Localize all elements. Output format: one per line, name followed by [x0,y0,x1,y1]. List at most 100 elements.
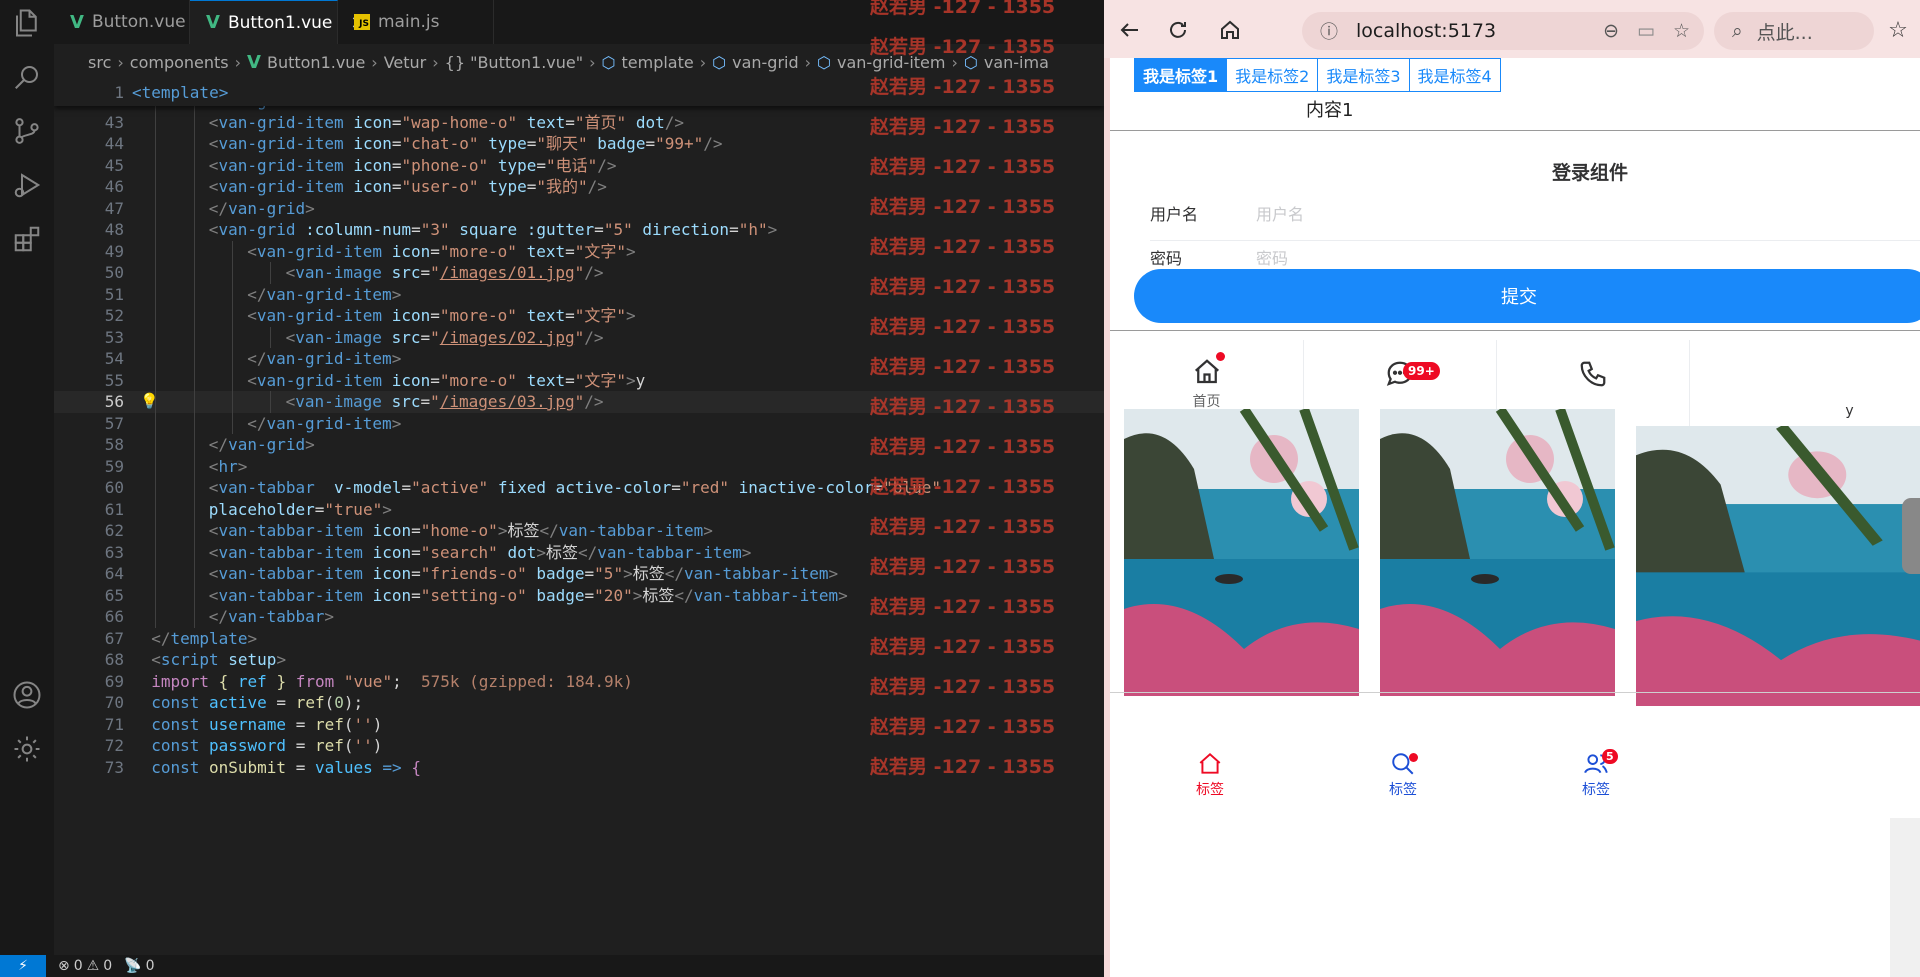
tabbar-item-search[interactable]: 标签 [1303,747,1503,802]
indent-guide [193,498,195,520]
code-text: <van-tabbar-item icon="friends-o" badge=… [208,564,839,583]
tab-1[interactable]: 我是标签1 [1135,59,1227,91]
indent-guide [193,477,195,499]
run-debug-icon[interactable] [12,170,42,200]
tabbar-item-friends[interactable]: 5 标签 [1496,747,1696,802]
code-text: import { ref } from "vue"; 575k (gzipped… [151,671,633,691]
sticky-code: <template> [132,83,229,102]
tab-2[interactable]: 我是标签2 [1226,59,1317,91]
image-tile-01[interactable] [1124,409,1359,696]
tab-3[interactable]: 我是标签3 [1317,59,1408,91]
ports-indicator[interactable]: 📡 0 [124,958,154,974]
favorites-icon[interactable]: ☆ [1880,12,1916,48]
image-tile-03[interactable] [1636,426,1920,706]
source-control-icon[interactable] [12,116,42,146]
line-number: 50 [104,263,124,282]
vue-file-icon: V [70,11,84,33]
indent-guide [155,369,157,391]
tab-label: main.js [378,12,440,32]
back-button[interactable] [1112,12,1148,48]
address-bar[interactable]: ⓘ localhost:5173 ⊖ ▭ ☆ [1302,12,1704,50]
code-text: const onSubmit = values => { [151,757,421,777]
image-tile-02[interactable] [1380,409,1615,696]
tabbar-item-home[interactable]: 标签 [1110,747,1310,802]
code-text: <van-grid-item icon="more-o" text="文字">y [247,370,646,390]
code-text: <van-grid-item icon="wap-home-o" text="首… [208,112,684,132]
indent-guide [155,455,157,477]
line-number: 55 [104,370,124,390]
line-number: 49 [104,241,124,261]
browser-search-box[interactable]: ⌕ 点此... [1714,12,1874,50]
password-input[interactable]: 密码 [1256,245,1288,269]
favorite-star-icon[interactable]: ☆ [1673,20,1690,42]
home-button[interactable] [1212,12,1248,48]
indent-guide [155,326,157,348]
line-number: 58 [104,435,124,454]
sea-landscape-image [1380,409,1615,696]
js-file-icon: JS [354,14,370,30]
code-text: <van-grid :column-num="3" square :gutter… [208,220,778,239]
line-number: 70 [104,693,124,712]
tab-button1-vue[interactable]: V Button1.vue × [190,0,366,44]
tab-label: Button1.vue [227,12,333,33]
line-number: 61 [104,499,124,519]
line-number: 60 [104,478,124,497]
watermark-text: 赵若男 -127 - 1355 [870,356,1056,378]
watermark-text: 赵若男 -127 - 1355 [870,396,1056,418]
phone-icon [1580,361,1605,387]
line-number: 68 [104,650,124,669]
problems-indicator[interactable]: ⊗ 0 ⚠ 0 [58,958,112,974]
submit-button[interactable]: 提交 [1134,269,1920,323]
code-text: </template> [151,628,258,648]
indent-guide [193,133,195,155]
breadcrumb-item[interactable]: van-grid [732,53,799,72]
watermark-text: 赵若男 -127 - 1355 [870,156,1056,178]
home-icon [1221,20,1239,39]
indent-guide [193,240,195,262]
indent-guide [232,391,233,413]
breadcrumb-item[interactable]: {} "Button1.vue" [445,53,583,72]
watermark-text: 赵若男 -127 - 1355 [870,436,1056,458]
indent-guide [155,133,157,155]
watermark-text: 赵若男 -127 - 1355 [870,476,1056,498]
search-icon[interactable] [12,62,42,92]
zoom-icon[interactable]: ⊖ [1603,20,1619,42]
tab-label: Button.vue [91,12,186,32]
code-text: const active = ref(0); [151,693,364,712]
breadcrumb-item[interactable]: Vetur [384,53,427,72]
code-text: <van-grid-item icon="user-o" type="我的"/> [208,177,607,196]
breadcrumb-item[interactable]: components [130,53,229,72]
account-icon[interactable] [12,680,42,710]
reload-button[interactable] [1160,12,1196,48]
indent-guide [155,154,157,176]
divider [1110,130,1920,131]
tab-4[interactable]: 我是标签4 [1408,59,1500,91]
indent-guide [193,541,195,563]
breadcrumb-item[interactable]: src [88,53,111,72]
tabs-nav: 我是标签1 我是标签2 我是标签3 我是标签4 [1134,58,1501,92]
line-number: 51 [104,284,124,304]
scrollbar-thumb[interactable] [1902,498,1920,574]
indent-guide [232,240,233,262]
settings-gear-icon[interactable] [12,734,42,764]
grid-item-user[interactable]: y [1689,340,1920,428]
tab-button-vue[interactable]: V Button.vue [54,0,190,44]
web-page: 我是标签1 我是标签2 我是标签3 我是标签4 内容1 登录组件 用户名 用户名… [1110,58,1920,977]
line-number: 59 [104,456,124,476]
reader-mode-icon[interactable]: ▭ [1637,20,1655,42]
info-icon[interactable]: ⓘ [1320,18,1338,44]
breadcrumb-item[interactable]: template [622,53,694,72]
explorer-icon[interactable] [12,8,42,38]
username-input[interactable]: 用户名 [1256,201,1304,225]
side-widget [1890,818,1920,977]
remote-indicator[interactable]: ⚡ [0,955,46,977]
breadcrumb-item[interactable]: Button1.vue [267,53,365,72]
lightbulb-icon[interactable]: 💡 [140,391,159,413]
indent-guide [193,348,195,370]
tab-main-js[interactable]: JS main.js [338,0,494,44]
indent-guide [193,176,195,198]
line-number: 64 [104,564,124,583]
line-number: 46 [104,177,124,196]
extensions-icon[interactable] [12,224,42,254]
reload-icon [1170,21,1186,38]
